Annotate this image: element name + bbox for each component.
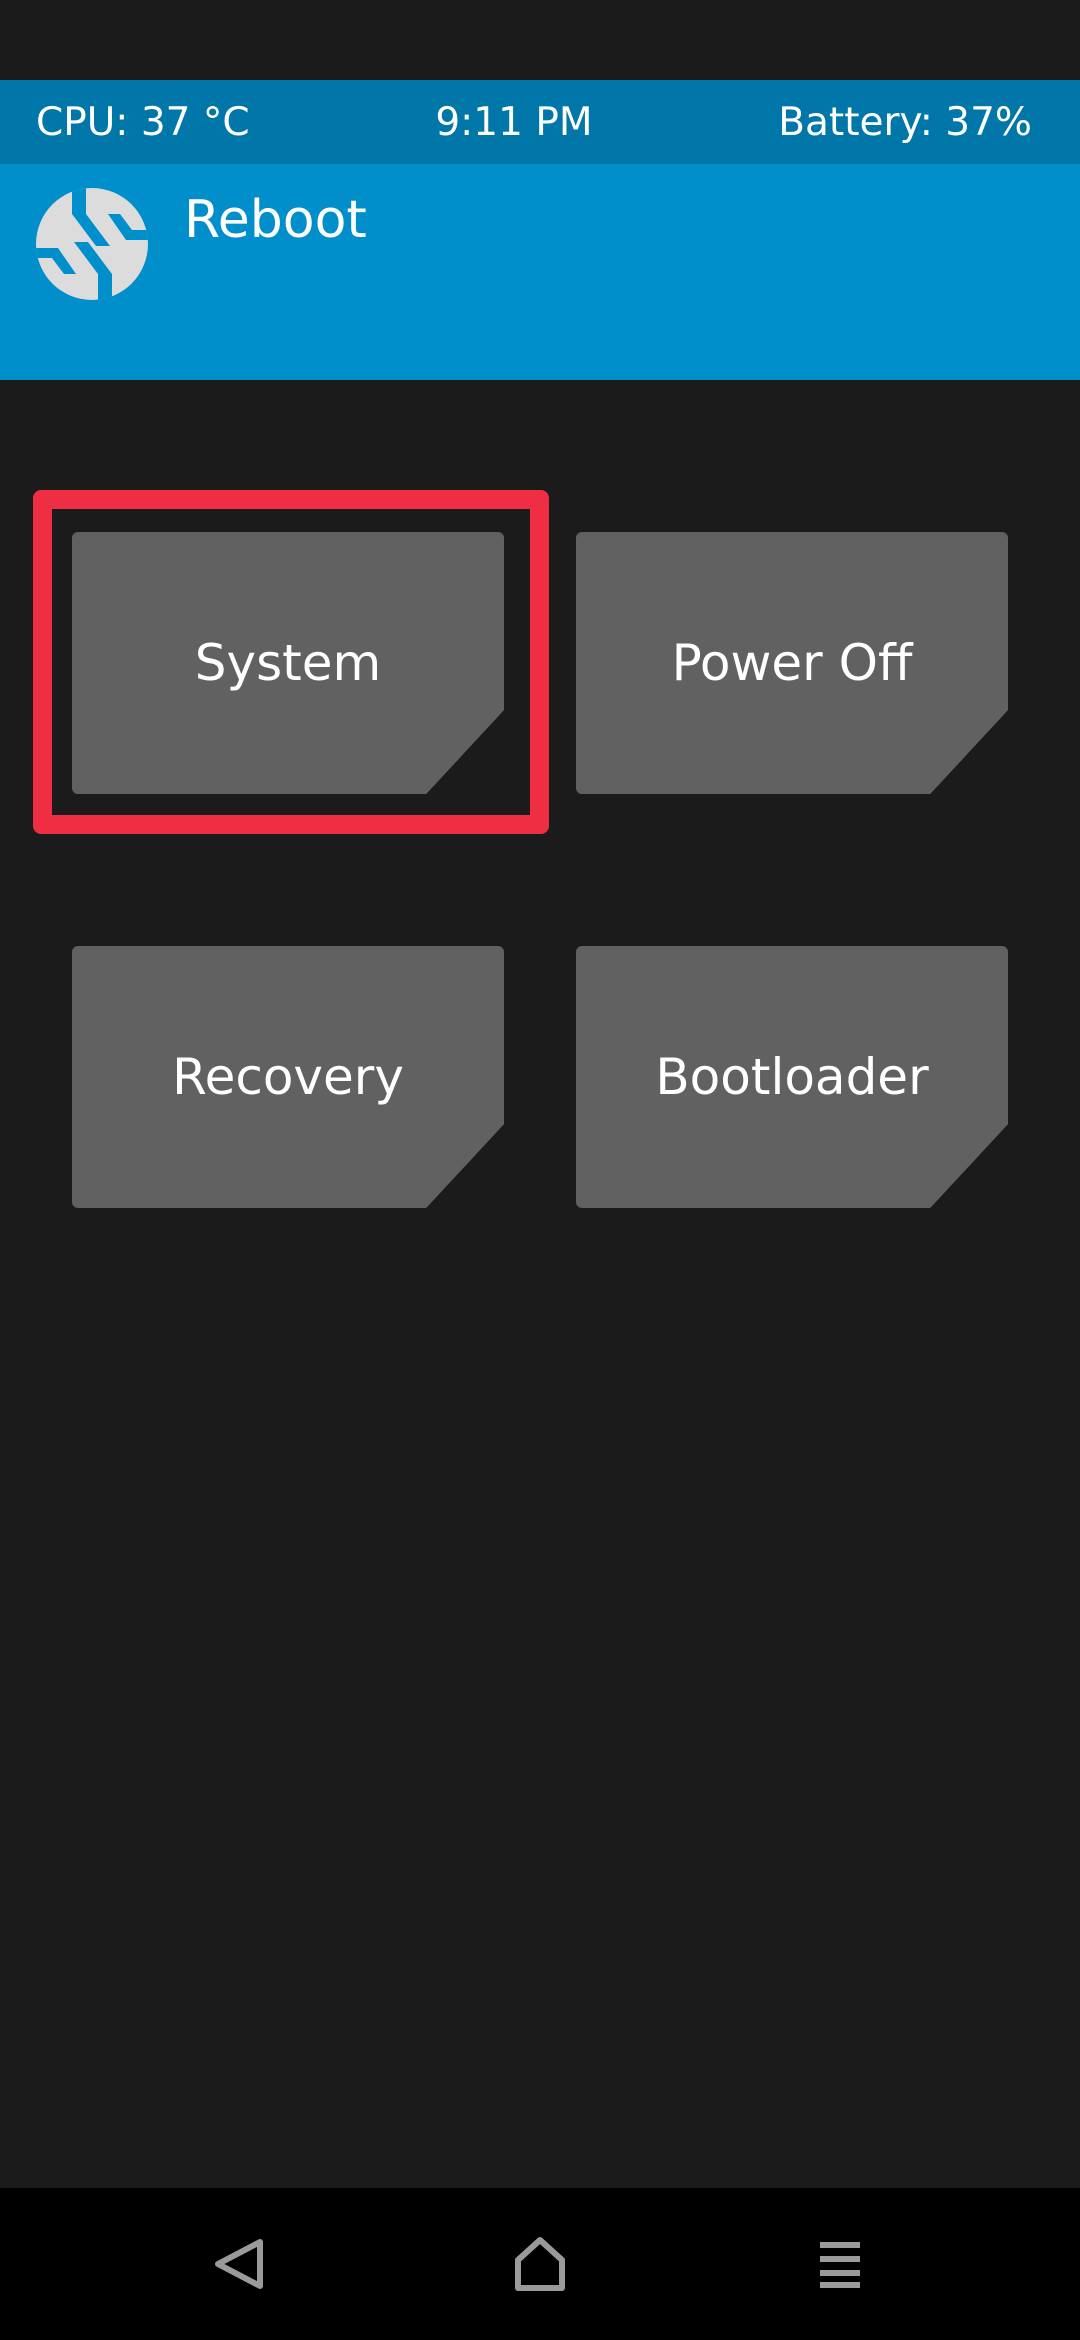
status-bar: CPU: 37 °C 9:11 PM Battery: 37% xyxy=(0,80,1080,164)
system-button-label: System xyxy=(194,634,382,692)
battery-level: Battery: 37% xyxy=(778,99,1032,145)
clock: 9:11 PM xyxy=(435,99,593,145)
top-strip xyxy=(0,0,1080,80)
recovery-button-label: Recovery xyxy=(172,1048,404,1106)
recovery-button[interactable]: Recovery xyxy=(72,946,504,1208)
twrp-logo-icon xyxy=(36,188,148,300)
menu-lines-icon[interactable] xyxy=(810,2236,870,2292)
cpu-temperature: CPU: 37 °C xyxy=(36,99,250,145)
bootloader-button[interactable]: Bootloader xyxy=(576,946,1008,1208)
back-triangle-icon[interactable] xyxy=(210,2236,270,2292)
system-button[interactable]: System xyxy=(72,532,504,794)
header xyxy=(0,164,1080,380)
power-off-button-label: Power Off xyxy=(671,634,913,692)
page-title: Reboot xyxy=(184,190,367,250)
bootloader-button-label: Bootloader xyxy=(655,1048,929,1106)
twrp-reboot-screen: CPU: 37 °C 9:11 PM Battery: 37% Reboot S… xyxy=(0,0,1080,2340)
home-icon[interactable] xyxy=(510,2236,570,2292)
power-off-button[interactable]: Power Off xyxy=(576,532,1008,794)
